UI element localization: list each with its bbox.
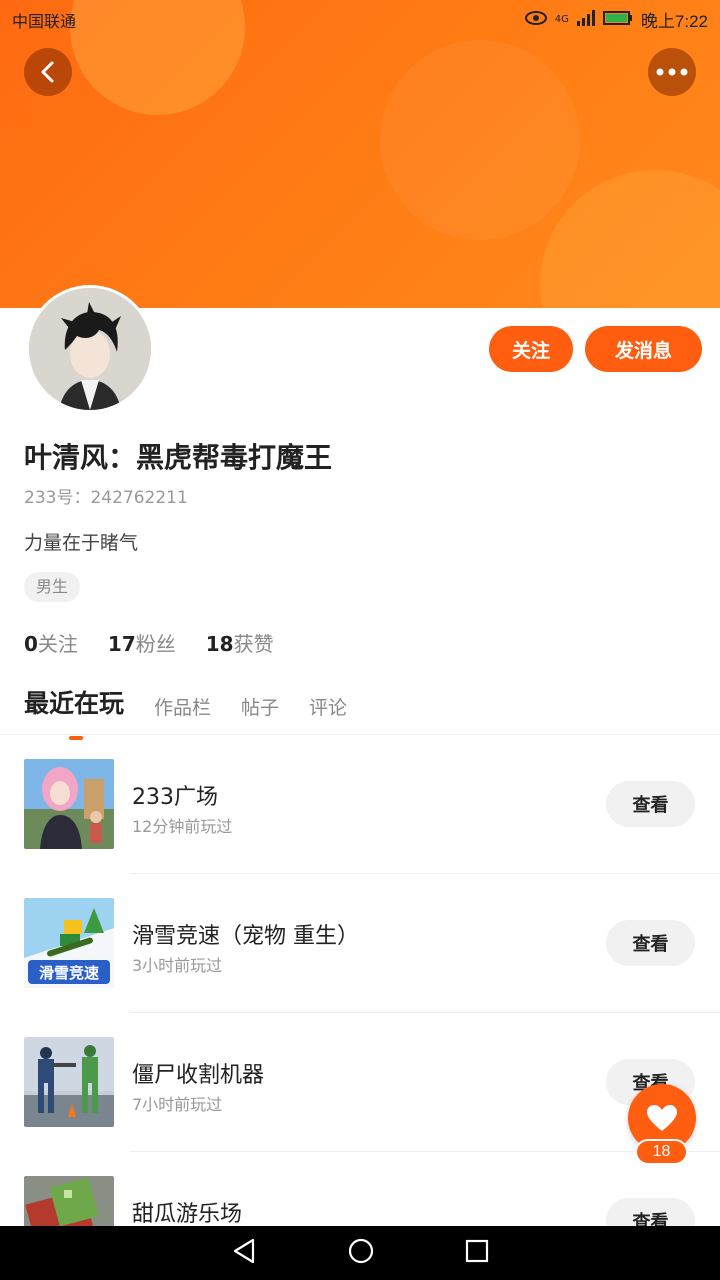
game-played-time: 3小时前玩过 <box>132 956 223 975</box>
game-thumbnail <box>24 759 114 849</box>
tab-recent-played[interactable]: 最近在玩 <box>24 684 124 740</box>
chevron-left-icon <box>41 61 54 83</box>
stat-likes-value: 18 <box>205 632 234 656</box>
svg-text:滑雪竞速: 滑雪竞速 <box>39 964 99 982</box>
carrier-label: 中国联通 <box>12 14 77 31</box>
game-played-time: 7小时前玩过 <box>132 1095 223 1114</box>
game-thumbnail <box>24 1037 114 1127</box>
list-item[interactable]: 僵尸收割机器 7小时前玩过 查看 <box>0 1013 720 1152</box>
game-title: 233广场 <box>132 785 218 810</box>
tab-comments[interactable]: 评论 <box>309 693 347 724</box>
heart-icon <box>647 1105 677 1131</box>
tab-posts[interactable]: 帖子 <box>241 693 279 724</box>
game-played-time: 12分钟前玩过 <box>132 817 233 836</box>
eye-icon <box>524 10 547 30</box>
list-item[interactable]: 滑雪竞速 滑雪竞速（宠物 重生） 3小时前玩过 查看 <box>0 874 720 1013</box>
stat-following-value: 0 <box>24 632 38 656</box>
profile-bio: 力量在于睹气 <box>24 532 139 554</box>
stat-likes-label: 获赞 <box>233 632 274 656</box>
nav-home-icon[interactable] <box>347 1237 375 1269</box>
avatar-image <box>29 288 151 410</box>
back-button[interactable] <box>24 48 72 96</box>
view-button[interactable]: 查看 <box>606 781 695 827</box>
like-count-badge: 18 <box>635 1139 688 1165</box>
game-title: 滑雪竞速（宠物 重生） <box>132 924 359 949</box>
avatar[interactable] <box>26 285 154 413</box>
stat-fans-value: 17 <box>107 632 136 656</box>
network-label: 4G <box>554 14 569 25</box>
game-title: 甜瓜游乐场 <box>132 1202 243 1227</box>
game-title: 僵尸收割机器 <box>132 1063 265 1088</box>
send-message-button[interactable]: 发消息 <box>585 326 702 372</box>
stat-fans-label: 粉丝 <box>135 632 176 656</box>
nav-back-icon[interactable] <box>231 1237 257 1269</box>
tab-works[interactable]: 作品栏 <box>154 693 211 724</box>
profile-stats: 0关注 17粉丝 18获赞 <box>24 628 274 657</box>
profile-tabs: 最近在玩 作品栏 帖子 评论 <box>24 684 347 740</box>
profile-id: 233号：242762211 <box>24 488 188 508</box>
list-item[interactable]: 233广场 12分钟前玩过 查看 <box>0 735 720 874</box>
more-dots-icon <box>656 68 688 76</box>
stat-likes[interactable]: 18获赞 <box>206 628 274 657</box>
system-navigation-bar <box>0 1226 720 1280</box>
user-profile-screen: 中国联通 4G 晚上7:22 关注 发消息 叶清风：黑虎帮毒打魔王 233号：2… <box>0 0 720 1280</box>
profile-banner <box>0 0 720 308</box>
gender-tag: 男生 <box>24 572 81 602</box>
stat-fans[interactable]: 17粉丝 <box>108 628 176 657</box>
game-thumbnail: 滑雪竞速 <box>24 898 114 988</box>
signal-icon <box>576 9 595 30</box>
stat-following[interactable]: 0关注 <box>24 628 78 657</box>
recent-games-list: 233广场 12分钟前玩过 查看 滑雪竞速 滑雪竞速（宠物 重生） 3小时前玩过… <box>0 735 720 1280</box>
clock: 晚上7:22 <box>640 12 708 31</box>
nav-recents-icon[interactable] <box>465 1239 489 1267</box>
more-button[interactable] <box>648 48 696 96</box>
battery-icon <box>602 10 633 30</box>
profile-name: 叶清风：黑虎帮毒打魔王 <box>24 441 333 474</box>
follow-button[interactable]: 关注 <box>489 326 573 372</box>
stat-following-label: 关注 <box>37 632 78 656</box>
status-bar: 中国联通 4G 晚上7:22 <box>0 0 720 36</box>
view-button[interactable]: 查看 <box>606 920 695 966</box>
